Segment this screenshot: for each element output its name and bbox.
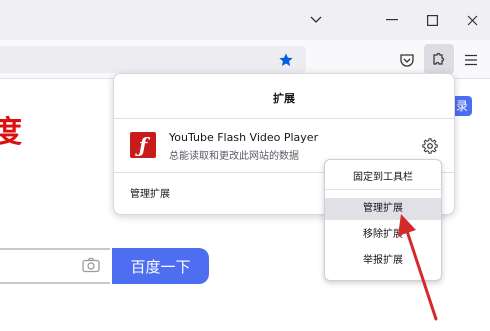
annotation-arrow <box>398 214 438 321</box>
